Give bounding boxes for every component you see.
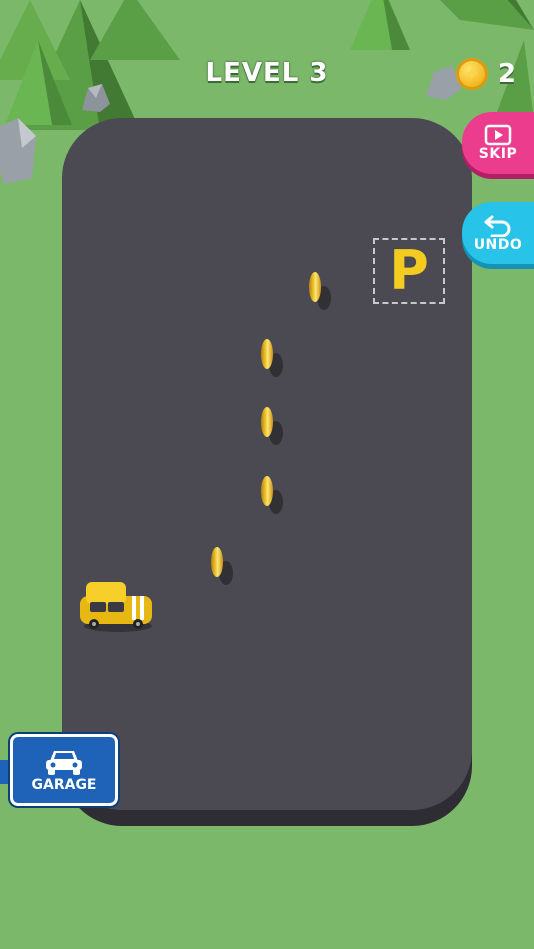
car-icon [46, 751, 82, 775]
level-label: LEVEL 3 [205, 58, 329, 88]
garage-tab [0, 760, 10, 784]
rock-small [82, 84, 110, 112]
parking-letter: P [389, 239, 429, 302]
garage-label: GARAGE [31, 777, 97, 793]
video-icon [484, 124, 512, 146]
coin-count: 2 [497, 59, 516, 89]
skip-label: SKIP [478, 146, 518, 162]
rock-top-left [0, 118, 36, 184]
game-scene: P LEVEL 3 ✦ 2 SKIP UNDO GARAGE [0, 0, 534, 949]
track-coin [309, 272, 331, 310]
track-coin [261, 339, 283, 377]
parking-lot [62, 118, 472, 810]
parking-spot: P [373, 238, 445, 304]
coin-counter: ✦ 2 [455, 58, 516, 90]
coin-icon: ✦ [455, 58, 488, 90]
track-coin [261, 407, 283, 445]
garage-button[interactable]: GARAGE [10, 734, 118, 806]
track-coin [261, 476, 283, 514]
track-coin [211, 547, 233, 585]
skip-button[interactable]: SKIP [462, 112, 534, 174]
undo-arrow-icon [484, 215, 511, 237]
undo-button[interactable]: UNDO [462, 202, 534, 264]
undo-label: UNDO [473, 237, 523, 253]
player-car[interactable] [78, 580, 154, 632]
